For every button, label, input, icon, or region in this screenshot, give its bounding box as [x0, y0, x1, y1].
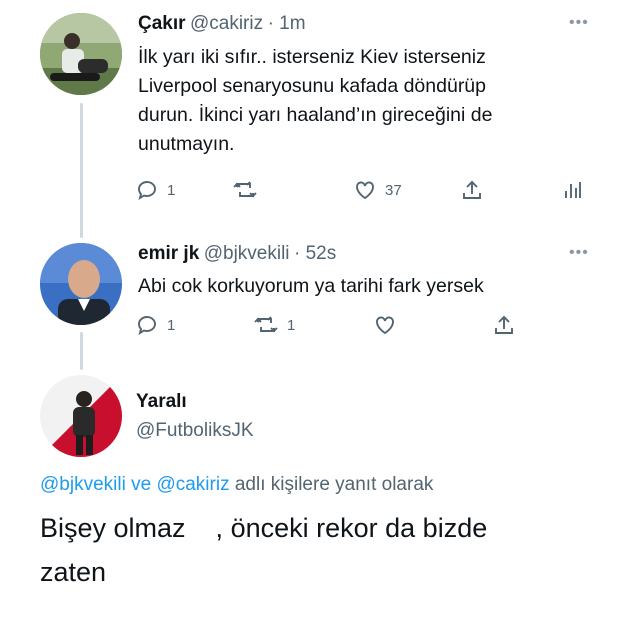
mention-link[interactable]: @bjkvekili [40, 474, 126, 495]
tweet-header: Çakır @cakiriz · 1m [138, 13, 306, 35]
reply-button[interactable]: 1 [135, 178, 175, 202]
display-name[interactable]: Çakır [138, 13, 186, 34]
analytics-button[interactable] [560, 178, 584, 202]
avatar[interactable] [40, 375, 122, 457]
handle[interactable]: @FutboliksJK [136, 420, 254, 442]
share-button[interactable] [492, 313, 516, 337]
reply-context: @bjkvekili ve @cakiriz adlı kişilere yan… [40, 474, 433, 496]
heart-icon [356, 181, 374, 200]
like-button[interactable]: 37 [353, 178, 402, 202]
more-dots-icon[interactable]: ••• [569, 244, 589, 262]
avatar-image [40, 13, 122, 95]
retweet-count: 1 [287, 316, 296, 334]
reply-count: 1 [167, 181, 176, 199]
tweet-header: emir jk @bjkvekili · 52s [138, 243, 336, 265]
share-button[interactable] [460, 178, 484, 202]
reply-connector: ve [131, 474, 152, 495]
avatar[interactable] [40, 13, 122, 95]
tweet-text: Abi cok korkuyorum ya tarihi fark yersek [138, 275, 484, 297]
retweet-button[interactable]: 1 [253, 313, 295, 337]
avatar[interactable] [40, 243, 122, 325]
retweet-button[interactable] [232, 178, 266, 202]
thread-line [80, 332, 83, 370]
reply-icon [138, 316, 156, 336]
handle[interactable]: @bjkvekili [204, 243, 290, 264]
like-button[interactable] [373, 313, 397, 337]
tweet-text: Bişey olmaz, önceki rekor da bizde zaten [40, 513, 488, 587]
analytics-icon [565, 182, 581, 198]
handle[interactable]: @cakiriz [190, 13, 263, 34]
avatar-image [40, 375, 122, 457]
reply-count: 1 [167, 316, 176, 334]
display-name[interactable]: Yaralı [136, 391, 187, 413]
share-icon [463, 180, 481, 199]
heart-icon [376, 316, 394, 335]
reply-suffix: adlı kişilere yanıt olarak [234, 474, 434, 495]
timestamp[interactable]: · 52s [294, 243, 336, 264]
thread-line [80, 103, 83, 238]
tweet-text: İlk yarı iki sıfır.. isterseniz Kiev ist… [138, 46, 493, 155]
avatar-image [40, 243, 122, 325]
more-dots-icon[interactable]: ••• [569, 14, 589, 32]
retweet-icon [254, 316, 278, 333]
comma-glyph: , [215, 513, 224, 543]
reply-icon [138, 181, 156, 201]
mention-link[interactable]: @cakiriz [156, 474, 229, 495]
reply-button[interactable]: 1 [135, 313, 175, 337]
share-icon [495, 315, 513, 334]
timestamp[interactable]: · 1m [268, 13, 306, 34]
display-name[interactable]: emir jk [138, 243, 199, 264]
like-count: 37 [385, 181, 402, 199]
retweet-icon [233, 181, 257, 198]
